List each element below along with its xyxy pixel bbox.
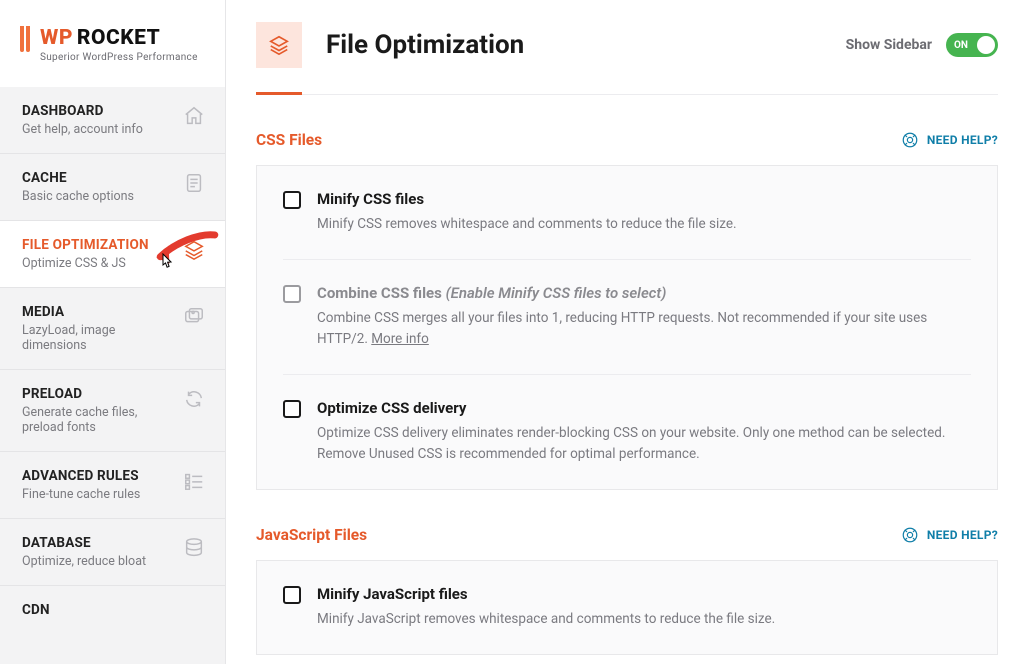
checkbox-optimize-css-delivery[interactable] [283,400,301,418]
sidebar-item-sub: Optimize CSS & JS [22,256,149,271]
toggle-on-label: ON [954,40,968,51]
list-icon [183,470,205,492]
sidebar-item-label: ADVANCED RULES [22,468,140,484]
css-panel: Minify CSS files Minify CSS removes whit… [256,165,998,490]
option-desc: Optimize CSS delivery eliminates render-… [317,423,971,465]
sidebar-item-media[interactable]: MEDIA LazyLoad, image dimensions [0,288,225,370]
sidebar-item-label: DASHBOARD [22,103,143,119]
checkbox-minify-css[interactable] [283,191,301,209]
sidebar-item-label: FILE OPTIMIZATION [22,237,149,253]
checkbox-minify-js[interactable] [283,586,301,604]
sidebar-item-label: CACHE [22,170,134,186]
help-label: NEED HELP? [927,528,998,542]
sidebar-item-advanced-rules[interactable]: ADVANCED RULES Fine-tune cache rules [0,452,225,519]
option-desc: Minify JavaScript removes whitespace and… [317,609,775,630]
sidebar-item-cdn[interactable]: CDN [0,586,225,634]
rocket-icon [20,26,32,52]
option-title: Combine CSS files [317,284,446,302]
option-desc: Minify CSS removes whitespace and commen… [317,214,737,235]
sidebar-item-sub: Get help, account info [22,122,143,137]
document-icon [183,172,205,194]
sidebar-item-sub: LazyLoad, image dimensions [22,323,177,353]
checkbox-combine-css [283,285,301,303]
images-icon [183,306,205,328]
sidebar-item-preload[interactable]: PRELOAD Generate cache files, preload fon… [0,370,225,452]
show-sidebar-toggle[interactable]: ON [946,33,998,57]
brand-logo: WP ROCKET Superior WordPress Performance [0,0,225,87]
option-title: Minify JavaScript files [317,585,468,603]
sidebar-item-sub: Fine-tune cache rules [22,487,140,502]
option-title: Optimize CSS delivery [317,399,466,417]
help-label: NEED HELP? [927,133,998,147]
database-icon [183,537,205,559]
cursor-icon [158,253,174,275]
sidebar-item-database[interactable]: DATABASE Optimize, reduce bloat [0,519,225,586]
sidebar-item-sub: Basic cache options [22,189,134,204]
sidebar-item-label: DATABASE [22,535,146,551]
home-icon [183,105,205,127]
sidebar-item-sub: Generate cache files, preload fonts [22,405,177,435]
more-info-link[interactable]: More info [371,331,429,347]
setting-minify-js: Minify JavaScript files Minify JavaScrip… [283,561,971,654]
lifebuoy-icon [901,526,919,544]
section-title-js: JavaScript Files [256,526,367,544]
brand-wp: WP [40,26,73,50]
lifebuoy-icon [901,131,919,149]
refresh-icon [183,388,205,410]
section-title-css: CSS Files [256,131,322,149]
brand-tagline: Superior WordPress Performance [40,52,198,63]
js-panel: Minify JavaScript files Minify JavaScrip… [256,560,998,655]
sidebar-item-file-optimization[interactable]: FILE OPTIMIZATION Optimize CSS & JS [0,221,225,288]
page-title: File Optimization [326,30,524,60]
option-hint: (Enable Minify CSS files to select) [446,284,667,302]
sidebar-item-cache[interactable]: CACHE Basic cache options [0,154,225,221]
sidebar-item-label: PRELOAD [22,386,177,402]
main-content: File Optimization Show Sidebar ON CSS Fi… [226,0,1024,664]
show-sidebar-label: Show Sidebar [846,37,932,53]
sidebar-item-label: MEDIA [22,304,177,320]
setting-combine-css: Combine CSS files (Enable Minify CSS fil… [283,260,971,375]
sidebar-item-sub: Optimize, reduce bloat [22,554,146,569]
page-header: File Optimization Show Sidebar ON [256,22,998,95]
layers-icon [256,22,302,68]
sidebar: WP ROCKET Superior WordPress Performance… [0,0,226,664]
brand-rocket: ROCKET [77,26,160,50]
sidebar-item-label: CDN [22,602,50,618]
header-accent [256,92,302,95]
sidebar-item-dashboard[interactable]: DASHBOARD Get help, account info [0,87,225,154]
need-help-link[interactable]: NEED HELP? [901,526,998,544]
setting-minify-css: Minify CSS files Minify CSS removes whit… [283,166,971,260]
need-help-link[interactable]: NEED HELP? [901,131,998,149]
setting-optimize-css-delivery: Optimize CSS delivery Optimize CSS deliv… [283,375,971,489]
option-title: Minify CSS files [317,190,424,208]
